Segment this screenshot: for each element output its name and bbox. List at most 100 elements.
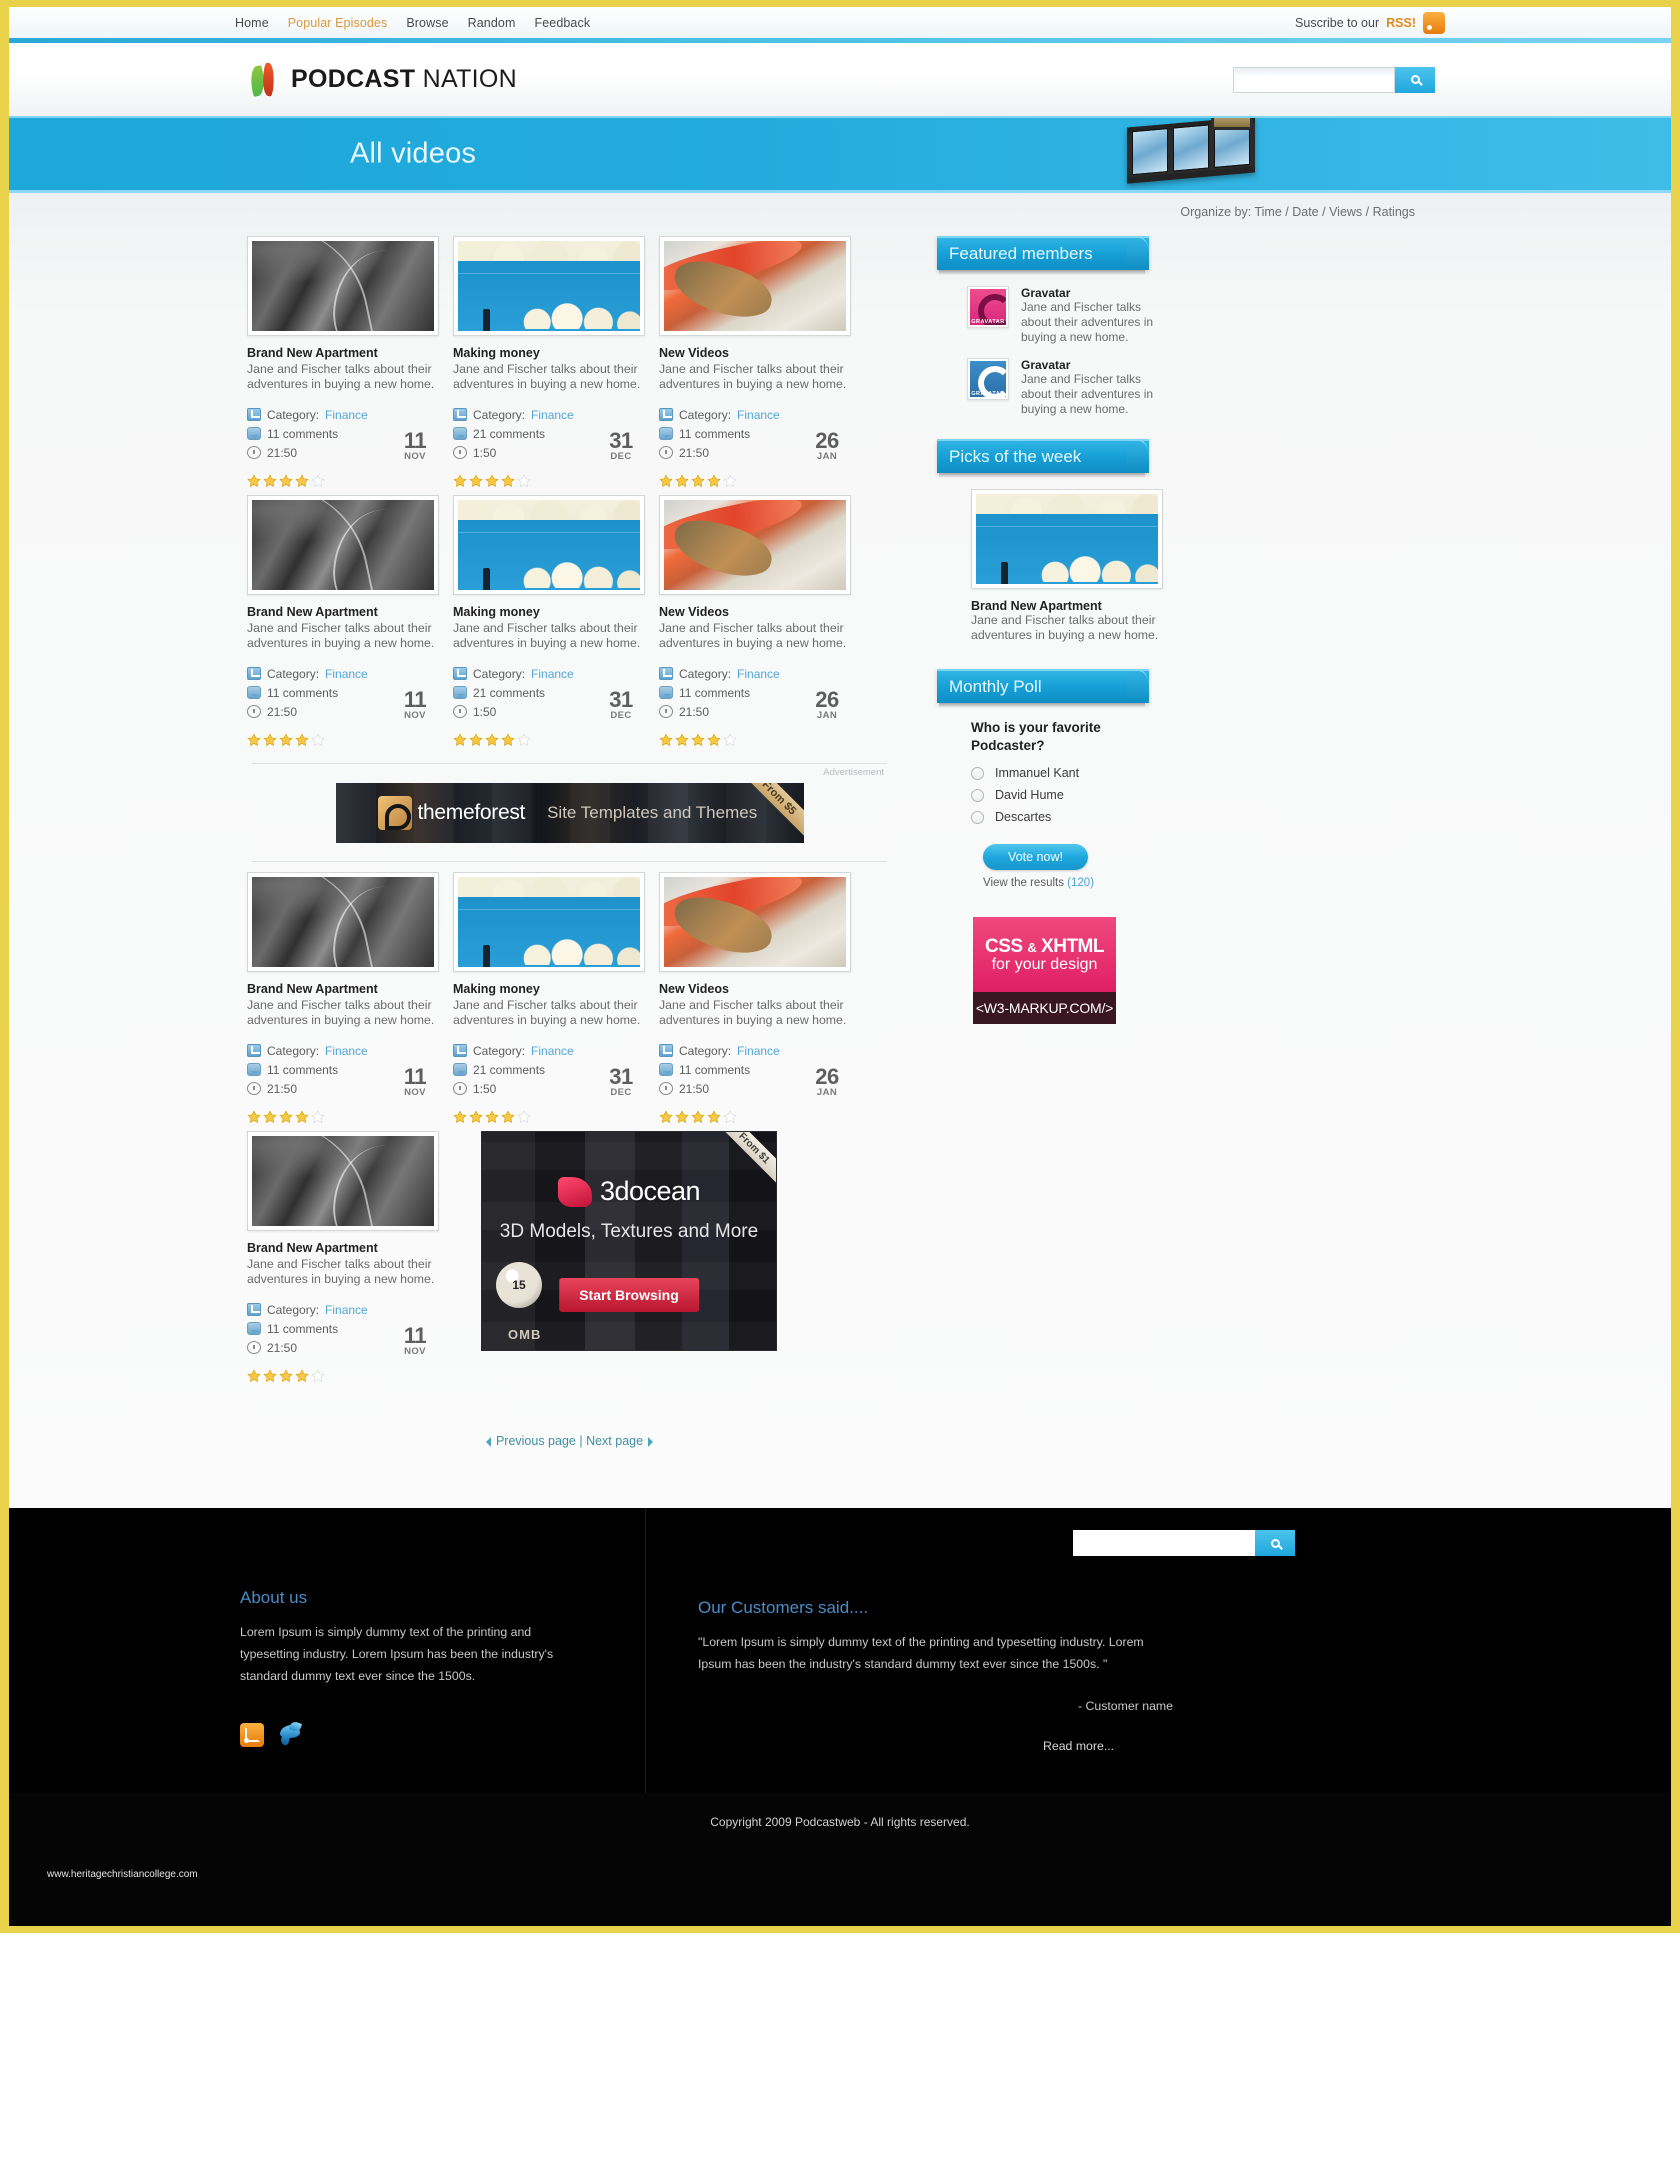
star-icon[interactable] bbox=[501, 733, 515, 747]
star-icon[interactable] bbox=[247, 733, 261, 747]
video-thumbnail[interactable] bbox=[247, 495, 439, 595]
star-icon[interactable] bbox=[691, 474, 705, 488]
category-link[interactable]: Finance bbox=[531, 408, 574, 422]
star-icon[interactable] bbox=[247, 474, 261, 488]
video-title[interactable]: Making money bbox=[453, 605, 645, 619]
video-thumbnail[interactable] bbox=[247, 1131, 439, 1231]
star-icon[interactable] bbox=[485, 1110, 499, 1124]
pick-item[interactable]: Brand New Apartment Jane and Fischer tal… bbox=[967, 489, 1433, 643]
member-name[interactable]: Gravatar bbox=[1021, 358, 1173, 372]
category-link[interactable]: Finance bbox=[531, 1044, 574, 1058]
star-icon[interactable] bbox=[247, 1110, 261, 1124]
previous-page-link[interactable]: Previous page bbox=[496, 1434, 576, 1448]
avatar[interactable]: GRAVATAR bbox=[967, 286, 1009, 328]
star-icon[interactable] bbox=[707, 733, 721, 747]
video-rating[interactable] bbox=[453, 474, 645, 488]
star-icon[interactable] bbox=[675, 1110, 689, 1124]
video-thumbnail[interactable] bbox=[247, 236, 439, 336]
star-icon[interactable] bbox=[675, 733, 689, 747]
star-icon[interactable] bbox=[707, 474, 721, 488]
video-title[interactable]: New Videos bbox=[659, 982, 851, 996]
vote-now-button[interactable]: Vote now! bbox=[983, 844, 1088, 870]
star-icon[interactable] bbox=[295, 1110, 309, 1124]
star-icon[interactable] bbox=[453, 1110, 467, 1124]
video-card[interactable]: New Videos Jane and Fischer talks about t… bbox=[659, 872, 851, 1124]
star-icon[interactable] bbox=[469, 1110, 483, 1124]
poll-option[interactable]: David Hume bbox=[971, 788, 1433, 802]
view-results-link[interactable]: View the results bbox=[983, 877, 1064, 889]
start-browsing-button[interactable]: Start Browsing bbox=[559, 1278, 699, 1312]
star-icon[interactable] bbox=[485, 474, 499, 488]
star-icon[interactable] bbox=[501, 1110, 515, 1124]
star-icon[interactable] bbox=[295, 1369, 309, 1383]
star-icon[interactable] bbox=[295, 474, 309, 488]
nav-link-home[interactable]: Home bbox=[235, 16, 269, 30]
star-icon[interactable] bbox=[517, 733, 531, 747]
category-link[interactable]: Finance bbox=[531, 667, 574, 681]
star-icon[interactable] bbox=[279, 733, 293, 747]
video-rating[interactable] bbox=[659, 1110, 851, 1124]
star-icon[interactable] bbox=[311, 474, 325, 488]
star-icon[interactable] bbox=[501, 474, 515, 488]
category-link[interactable]: Finance bbox=[325, 408, 368, 422]
video-rating[interactable] bbox=[453, 733, 645, 747]
video-thumbnail[interactable] bbox=[247, 872, 439, 972]
star-icon[interactable] bbox=[453, 474, 467, 488]
star-icon[interactable] bbox=[517, 1110, 531, 1124]
poll-radio-1[interactable] bbox=[971, 788, 984, 802]
organize-option-date[interactable]: Date bbox=[1292, 205, 1318, 219]
star-icon[interactable] bbox=[311, 1110, 325, 1124]
video-title[interactable]: Brand New Apartment bbox=[247, 346, 439, 360]
star-icon[interactable] bbox=[469, 733, 483, 747]
read-more[interactable]: Read more... bbox=[1043, 1739, 1445, 1753]
category-link[interactable]: Finance bbox=[737, 667, 780, 681]
video-thumbnail[interactable] bbox=[453, 872, 645, 972]
poll-option-label[interactable]: David Hume bbox=[995, 788, 1064, 802]
nav-link-popular-episodes[interactable]: Popular Episodes bbox=[288, 16, 388, 30]
star-icon[interactable] bbox=[469, 474, 483, 488]
video-title[interactable]: New Videos bbox=[659, 346, 851, 360]
video-rating[interactable] bbox=[659, 733, 851, 747]
video-card[interactable]: New Videos Jane and Fischer talks about t… bbox=[659, 236, 851, 488]
star-icon[interactable] bbox=[707, 1110, 721, 1124]
video-title[interactable]: Brand New Apartment bbox=[247, 1241, 439, 1255]
star-icon[interactable] bbox=[659, 733, 673, 747]
category-link[interactable]: Finance bbox=[325, 1044, 368, 1058]
footer-search-button[interactable] bbox=[1255, 1530, 1295, 1556]
nav-link-feedback[interactable]: Feedback bbox=[534, 16, 590, 30]
video-title[interactable]: New Videos bbox=[659, 605, 851, 619]
star-icon[interactable] bbox=[691, 1110, 705, 1124]
video-card[interactable]: Brand New Apartment Jane and Fischer talk… bbox=[247, 495, 439, 747]
video-rating[interactable] bbox=[247, 1110, 439, 1124]
video-card[interactable]: Brand New Apartment Jane and Fischer talk… bbox=[247, 236, 439, 488]
video-rating[interactable] bbox=[247, 733, 439, 747]
poll-option-label[interactable]: Immanuel Kant bbox=[995, 766, 1079, 780]
star-icon[interactable] bbox=[485, 733, 499, 747]
star-icon[interactable] bbox=[675, 474, 689, 488]
category-link[interactable]: Finance bbox=[737, 408, 780, 422]
poll-option[interactable]: Immanuel Kant bbox=[971, 766, 1433, 780]
poll-radio-2[interactable] bbox=[971, 810, 984, 824]
organize-option-time[interactable]: Time bbox=[1254, 205, 1281, 219]
star-icon[interactable] bbox=[279, 1369, 293, 1383]
featured-member[interactable]: GRAVATAR Gravatar Jane and Fischer talks a… bbox=[967, 358, 1433, 417]
read-more-link[interactable]: Read more... bbox=[1043, 1739, 1114, 1753]
star-icon[interactable] bbox=[517, 474, 531, 488]
star-icon[interactable] bbox=[311, 733, 325, 747]
view-results[interactable]: View the results (120) bbox=[983, 877, 1433, 889]
nav-link-browse[interactable]: Browse bbox=[406, 16, 448, 30]
category-link[interactable]: Finance bbox=[325, 1303, 368, 1317]
video-title[interactable]: Making money bbox=[453, 982, 645, 996]
star-icon[interactable] bbox=[295, 733, 309, 747]
poll-option[interactable]: Descartes bbox=[971, 810, 1433, 824]
rss-icon[interactable] bbox=[1423, 11, 1445, 34]
video-card[interactable]: Brand New Apartment Jane and Fischer talk… bbox=[247, 872, 439, 1124]
next-page-link[interactable]: Next page bbox=[586, 1434, 643, 1448]
video-card[interactable]: Brand New Apartment Jane and Fischer talk… bbox=[247, 1131, 439, 1383]
video-card[interactable]: Making money Jane and Fischer talks about… bbox=[453, 872, 645, 1124]
css-xhtml-ad[interactable]: CSS & XHTML for your design <W3-MARKUP.C… bbox=[973, 917, 1116, 1024]
site-logo[interactable]: PODCAST NATION bbox=[235, 62, 517, 97]
star-icon[interactable] bbox=[247, 1369, 261, 1383]
organize-option-ratings[interactable]: Ratings bbox=[1373, 205, 1415, 219]
video-rating[interactable] bbox=[659, 474, 851, 488]
